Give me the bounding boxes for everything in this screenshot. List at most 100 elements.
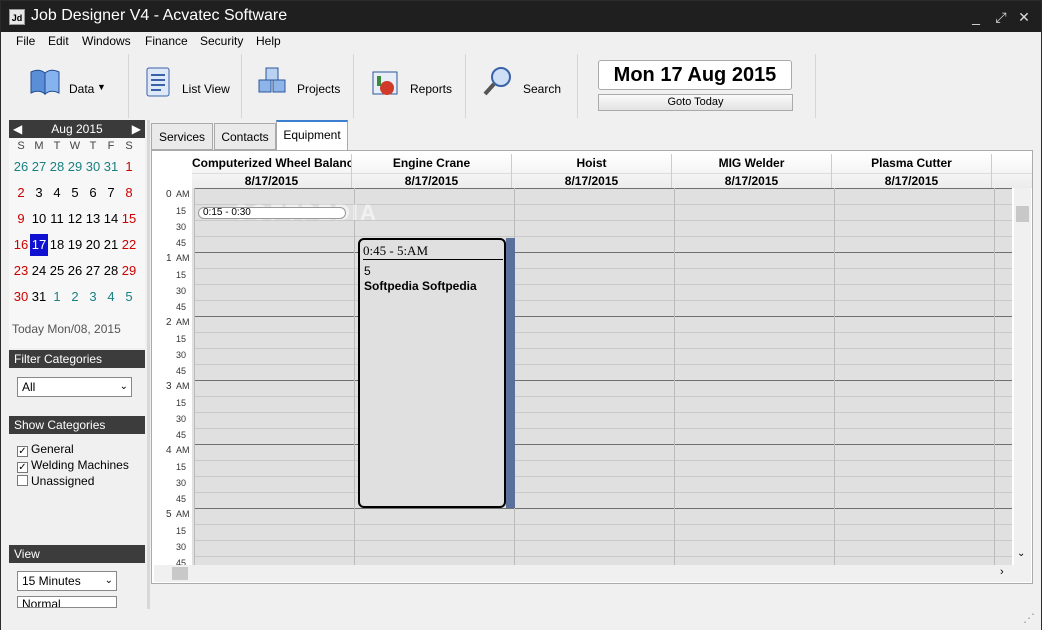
- time-label: 15: [154, 268, 192, 284]
- calendar-day[interactable]: 14: [102, 208, 120, 230]
- projects-button[interactable]: Projects: [255, 56, 345, 118]
- calendar-day[interactable]: 26: [12, 156, 30, 178]
- calendar-day[interactable]: 10: [30, 208, 48, 230]
- calendar-day[interactable]: 2: [12, 182, 30, 204]
- goto-today-button[interactable]: Goto Today: [598, 94, 793, 111]
- panel-splitter[interactable]: [147, 120, 150, 610]
- calendar-day[interactable]: 21: [102, 234, 120, 256]
- resource-name: Computerized Wheel Balancer: [192, 156, 352, 170]
- calendar-day[interactable]: 9: [12, 208, 30, 230]
- calendar-day[interactable]: 29: [66, 156, 84, 178]
- checkbox-unchecked-icon: [17, 475, 28, 486]
- close-button[interactable]: ✕: [1014, 7, 1034, 27]
- time-ampm: AM: [176, 189, 190, 199]
- calendar-day[interactable]: 25: [48, 260, 66, 282]
- calendar-header: ◀ Aug 2015 ▶: [9, 120, 145, 138]
- calendar-day[interactable]: 15: [120, 208, 138, 230]
- list-view-button[interactable]: List View: [141, 56, 233, 118]
- calendar-day[interactable]: 6: [84, 182, 102, 204]
- resource-date: 8/17/2015: [672, 173, 831, 188]
- scroll-right-icon[interactable]: ›: [1000, 566, 1004, 578]
- tab-equipment[interactable]: Equipment: [276, 120, 348, 151]
- calendar-day[interactable]: 1: [48, 286, 66, 308]
- category-checkbox-general[interactable]: ✓ General: [17, 442, 74, 457]
- scroll-thumb[interactable]: [1016, 206, 1029, 222]
- filter-category-value: All: [22, 380, 36, 394]
- category-checkbox-welding[interactable]: ✓ Welding Machines: [17, 458, 129, 473]
- appointment-block[interactable]: 0:45 - 5:AM 5 Softpedia Softpedia: [358, 238, 506, 508]
- calendar-day[interactable]: 24: [30, 260, 48, 282]
- scroll-thumb[interactable]: [172, 567, 188, 580]
- tab-services[interactable]: Services: [151, 123, 213, 150]
- resource-column-header[interactable]: Hoist 8/17/2015: [512, 154, 672, 188]
- category-checkbox-unassigned[interactable]: Unassigned: [17, 474, 94, 488]
- resource-column-header[interactable]: Engine Crane 8/17/2015: [352, 154, 512, 188]
- time-label: 30: [154, 476, 192, 492]
- search-button[interactable]: Search: [481, 56, 561, 118]
- minimize-button[interactable]: _: [966, 7, 986, 27]
- calendar-day[interactable]: 1: [120, 156, 138, 178]
- calendar-day[interactable]: 31: [102, 156, 120, 178]
- calendar-day[interactable]: 7: [102, 182, 120, 204]
- menu-finance[interactable]: Finance: [145, 34, 188, 48]
- scroll-down-icon[interactable]: ⌄: [1017, 548, 1025, 559]
- filter-category-select[interactable]: All ⌄: [17, 377, 132, 397]
- calendar-day[interactable]: 5: [120, 286, 138, 308]
- calendar-day[interactable]: 16: [12, 234, 30, 256]
- menu-file[interactable]: File: [16, 34, 35, 48]
- resource-column-header[interactable]: Computerized Wheel Balancer 8/17/2015: [192, 154, 352, 188]
- tab-strip: Services Contacts Equipment: [151, 120, 1031, 151]
- calendar-day[interactable]: 30: [12, 286, 30, 308]
- calendar-day[interactable]: 18: [48, 234, 66, 256]
- resize-grip-icon[interactable]: ⋰: [1023, 611, 1035, 625]
- calendar-day[interactable]: 4: [48, 182, 66, 204]
- schedule-grid[interactable]: 0 AM 15 30 45 1 AM 15 30 45 2 AM 15 30 45 3 AM 15 30 45 4 AM 1…: [154, 188, 1012, 565]
- calendar-day[interactable]: 27: [30, 156, 48, 178]
- calendar-day[interactable]: 17: [30, 234, 48, 256]
- calendar-day[interactable]: 31: [30, 286, 48, 308]
- reports-button[interactable]: Reports: [369, 56, 459, 118]
- menu-edit[interactable]: Edit: [48, 34, 69, 48]
- prev-month-icon[interactable]: ◀: [13, 120, 22, 138]
- calendar-day[interactable]: 4: [102, 286, 120, 308]
- calendar-day[interactable]: 5: [66, 182, 84, 204]
- calendar-day[interactable]: 30: [84, 156, 102, 178]
- resource-column-header[interactable]: MIG Welder 8/17/2015: [672, 154, 832, 188]
- calendar-day[interactable]: 26: [66, 260, 84, 282]
- tab-contacts[interactable]: Contacts: [214, 123, 276, 150]
- calendar-day[interactable]: 20: [84, 234, 102, 256]
- vertical-scrollbar[interactable]: ⌄: [1014, 188, 1031, 565]
- calendar-day[interactable]: 3: [84, 286, 102, 308]
- horizontal-scrollbar[interactable]: ›: [154, 565, 1031, 582]
- title-bar[interactable]: Jd Job Designer V4 - Acvatec Software _ …: [1, 1, 1041, 32]
- calendar-day[interactable]: 28: [102, 260, 120, 282]
- calendar-day[interactable]: 12: [66, 208, 84, 230]
- calendar-day[interactable]: 19: [66, 234, 84, 256]
- calendar-day[interactable]: 11: [48, 208, 66, 230]
- calendar-day[interactable]: 8: [120, 182, 138, 204]
- maximize-button[interactable]: ⤢: [991, 7, 1011, 27]
- calendar-day[interactable]: 3: [30, 182, 48, 204]
- resource-column-headers: Computerized Wheel Balancer 8/17/2015 Engi…: [192, 154, 1032, 188]
- interval-select[interactable]: 15 Minutes ⌄: [17, 571, 117, 591]
- resource-column-header[interactable]: Plasma Cutter 8/17/2015: [832, 154, 992, 188]
- view-mode-select[interactable]: Normal: [17, 596, 117, 608]
- calendar-day[interactable]: 29: [120, 260, 138, 282]
- resource-column-header[interactable]: G Weld 17/20: [992, 154, 1032, 188]
- time-minute: 45: [176, 302, 187, 312]
- menu-help[interactable]: Help: [256, 34, 281, 48]
- appointment-small[interactable]: 0:15 - 0:30: [198, 207, 346, 219]
- menu-security[interactable]: Security: [200, 34, 243, 48]
- time-minute: 15: [176, 462, 187, 472]
- menu-windows[interactable]: Windows: [82, 34, 131, 48]
- next-month-icon[interactable]: ▶: [132, 120, 141, 138]
- calendar-day[interactable]: 13: [84, 208, 102, 230]
- calendar-day[interactable]: 23: [12, 260, 30, 282]
- calendar-day[interactable]: 27: [84, 260, 102, 282]
- calendar-day[interactable]: 2: [66, 286, 84, 308]
- calendar-day[interactable]: 28: [48, 156, 66, 178]
- calendar-day[interactable]: 22: [120, 234, 138, 256]
- data-button[interactable]: Data ▼: [27, 56, 117, 118]
- toolbar-separator: [128, 54, 129, 118]
- time-ampm: AM: [176, 509, 190, 519]
